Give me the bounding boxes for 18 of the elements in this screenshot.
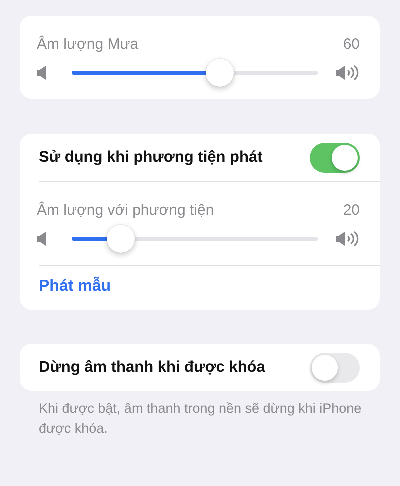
volume-slider[interactable] [72, 225, 318, 253]
slider-label: Âm lượng Mưa [37, 36, 139, 53]
volume-value: 20 [343, 202, 360, 219]
setting-label: Sử dụng khi phương tiện phát [39, 148, 263, 166]
speaker-high-icon [336, 65, 360, 81]
slider-thumb[interactable] [107, 225, 136, 253]
setting-label: Dừng âm thanh khi được khóa [39, 358, 266, 376]
footnote: Khi được bật, âm thanh trong nền sẽ dừng khi iPhone được khóa. [39, 400, 363, 438]
speaker-low-icon [37, 66, 46, 80]
toggle-switch[interactable] [310, 142, 360, 172]
volume-slider[interactable] [72, 59, 318, 87]
slider-thumb[interactable] [206, 59, 234, 87]
slider-label: Âm lượng với phương tiện [37, 202, 214, 219]
speaker-high-icon [336, 231, 360, 247]
play-sample-link[interactable]: Phát mẫu [39, 278, 112, 296]
volume-value: 60 [343, 36, 360, 53]
speaker-low-icon [37, 232, 46, 246]
toggle-switch[interactable] [310, 352, 360, 382]
